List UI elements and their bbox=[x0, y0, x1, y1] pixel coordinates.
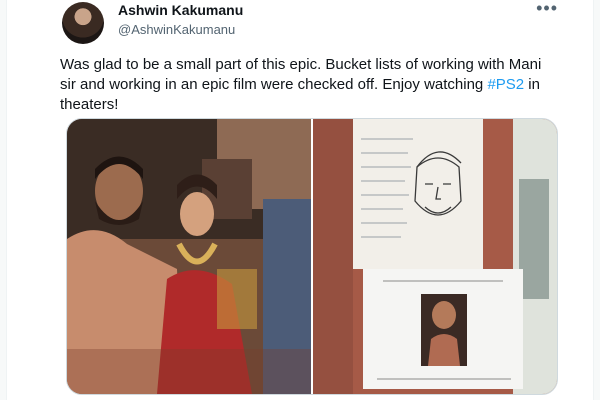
tweet-text: Was glad to be a small part of this epic… bbox=[60, 55, 560, 115]
media-grid bbox=[66, 118, 558, 395]
tweet[interactable]: Ashwin Kakumanu @AshwinKakumanu ••• Was … bbox=[60, 0, 560, 400]
tweet-text-body: Was glad to be a small part of this epic… bbox=[60, 56, 542, 93]
author-name[interactable]: Ashwin Kakumanu bbox=[118, 2, 243, 18]
photo-1-image bbox=[67, 119, 311, 394]
author-handle[interactable]: @AshwinKakumanu bbox=[118, 22, 235, 37]
right-column-edge bbox=[593, 0, 600, 400]
left-column-edge bbox=[0, 0, 7, 400]
photo-2-image bbox=[313, 119, 557, 394]
avatar[interactable] bbox=[62, 2, 104, 44]
hashtag-link[interactable]: #PS2 bbox=[487, 76, 524, 93]
more-options-icon[interactable]: ••• bbox=[536, 0, 558, 19]
media-photo-1[interactable] bbox=[67, 119, 311, 394]
media-photo-2[interactable] bbox=[313, 119, 557, 394]
